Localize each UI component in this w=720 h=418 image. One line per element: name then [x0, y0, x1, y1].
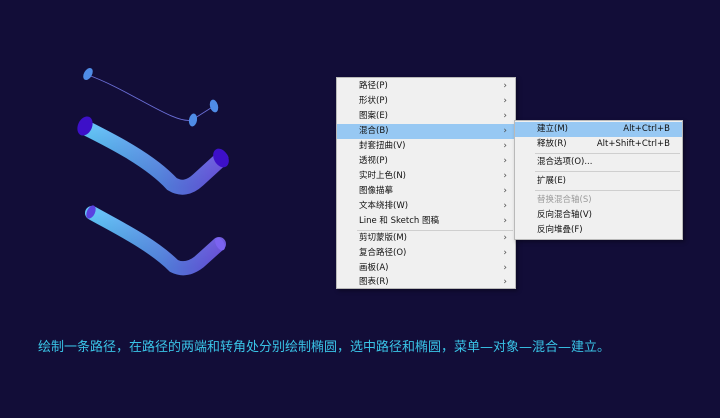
chevron-right-icon: › [503, 263, 507, 273]
chevron-right-icon: › [503, 216, 507, 226]
ellipse-start [83, 68, 93, 80]
chevron-right-icon: › [503, 233, 507, 243]
submenu-item-reverse-spine[interactable]: 反向混合轴(V) [515, 208, 682, 223]
menu-item-pattern[interactable]: 图案(E) › [337, 109, 515, 124]
instruction-caption: 绘制一条路径，在路径的两端和转角处分别绘制椭圆，选中路径和椭圆，菜单—对象—混合… [38, 340, 611, 355]
blended-tube-top[interactable] [74, 114, 232, 195]
submenu-item-release[interactable]: 释放(R) Alt+Shift+Ctrl+B [515, 137, 682, 152]
chevron-right-icon: › [503, 248, 507, 258]
menu-separator [535, 171, 680, 172]
menu-separator [535, 190, 680, 191]
submenu-item-reverse-front-to-back[interactable]: 反向堆叠(F) [515, 223, 682, 238]
thin-path [87, 74, 215, 121]
menu-item-clipping-mask[interactable]: 剪切蒙版(M) › [337, 231, 515, 246]
menu-item-graph[interactable]: 图表(R) › [337, 276, 515, 288]
menu-item-line-and-sketch[interactable]: Line 和 Sketch 图稿 › [337, 214, 515, 229]
ellipse-end [209, 99, 219, 113]
menu-item-shape[interactable]: 形状(P) › [337, 94, 515, 109]
shortcut-label: Alt+Shift+Ctrl+B [596, 139, 670, 149]
chevron-right-icon: › [503, 156, 507, 166]
menu-item-compound-path[interactable]: 复合路径(O) › [337, 246, 515, 261]
menu-item-path[interactable]: 路径(P) › [337, 79, 515, 94]
submenu-item-expand[interactable]: 扩展(E) [515, 174, 682, 189]
selected-path-with-ellipses[interactable] [81, 66, 219, 127]
submenu-item-replace-spine[interactable]: 替换混合轴(S) [515, 193, 682, 208]
chevron-right-icon: › [503, 81, 507, 91]
chevron-right-icon: › [503, 277, 507, 287]
artwork-canvas [74, 66, 232, 276]
menu-item-perspective[interactable]: 透视(P) › [337, 154, 515, 169]
chevron-right-icon: › [503, 96, 507, 106]
chevron-right-icon: › [503, 186, 507, 196]
blend-submenu: 建立(M) Alt+Ctrl+B 释放(R) Alt+Shift+Ctrl+B 混合… [514, 120, 683, 240]
submenu-item-blend-options[interactable]: 混合选项(O)... [515, 155, 682, 170]
chevron-right-icon: › [503, 111, 507, 121]
menu-item-blend[interactable]: 混合(B) › [337, 124, 515, 139]
shortcut-label: Alt+Ctrl+B [623, 124, 670, 134]
menu-item-envelope-distort[interactable]: 封套扭曲(V) › [337, 139, 515, 154]
chevron-right-icon: › [503, 141, 507, 151]
object-menu: 路径(P) › 形状(P) › 图案(E) › 混合(B) › 封套扭曲(V) › 透视(… [336, 77, 516, 289]
menu-separator [535, 153, 680, 154]
menu-item-artboards[interactable]: 画板(A) › [337, 261, 515, 276]
blended-tube-bottom[interactable] [84, 204, 227, 276]
chevron-right-icon: › [503, 201, 507, 211]
menu-item-live-paint[interactable]: 实时上色(N) › [337, 169, 515, 184]
menu-item-text-wrap[interactable]: 文本绕排(W) › [337, 199, 515, 214]
submenu-item-make[interactable]: 建立(M) Alt+Ctrl+B [515, 122, 682, 137]
chevron-right-icon: › [503, 171, 507, 181]
ellipse-corner [188, 113, 198, 127]
menu-item-image-trace[interactable]: 图像描摹 › [337, 184, 515, 199]
chevron-right-icon: › [503, 126, 507, 136]
